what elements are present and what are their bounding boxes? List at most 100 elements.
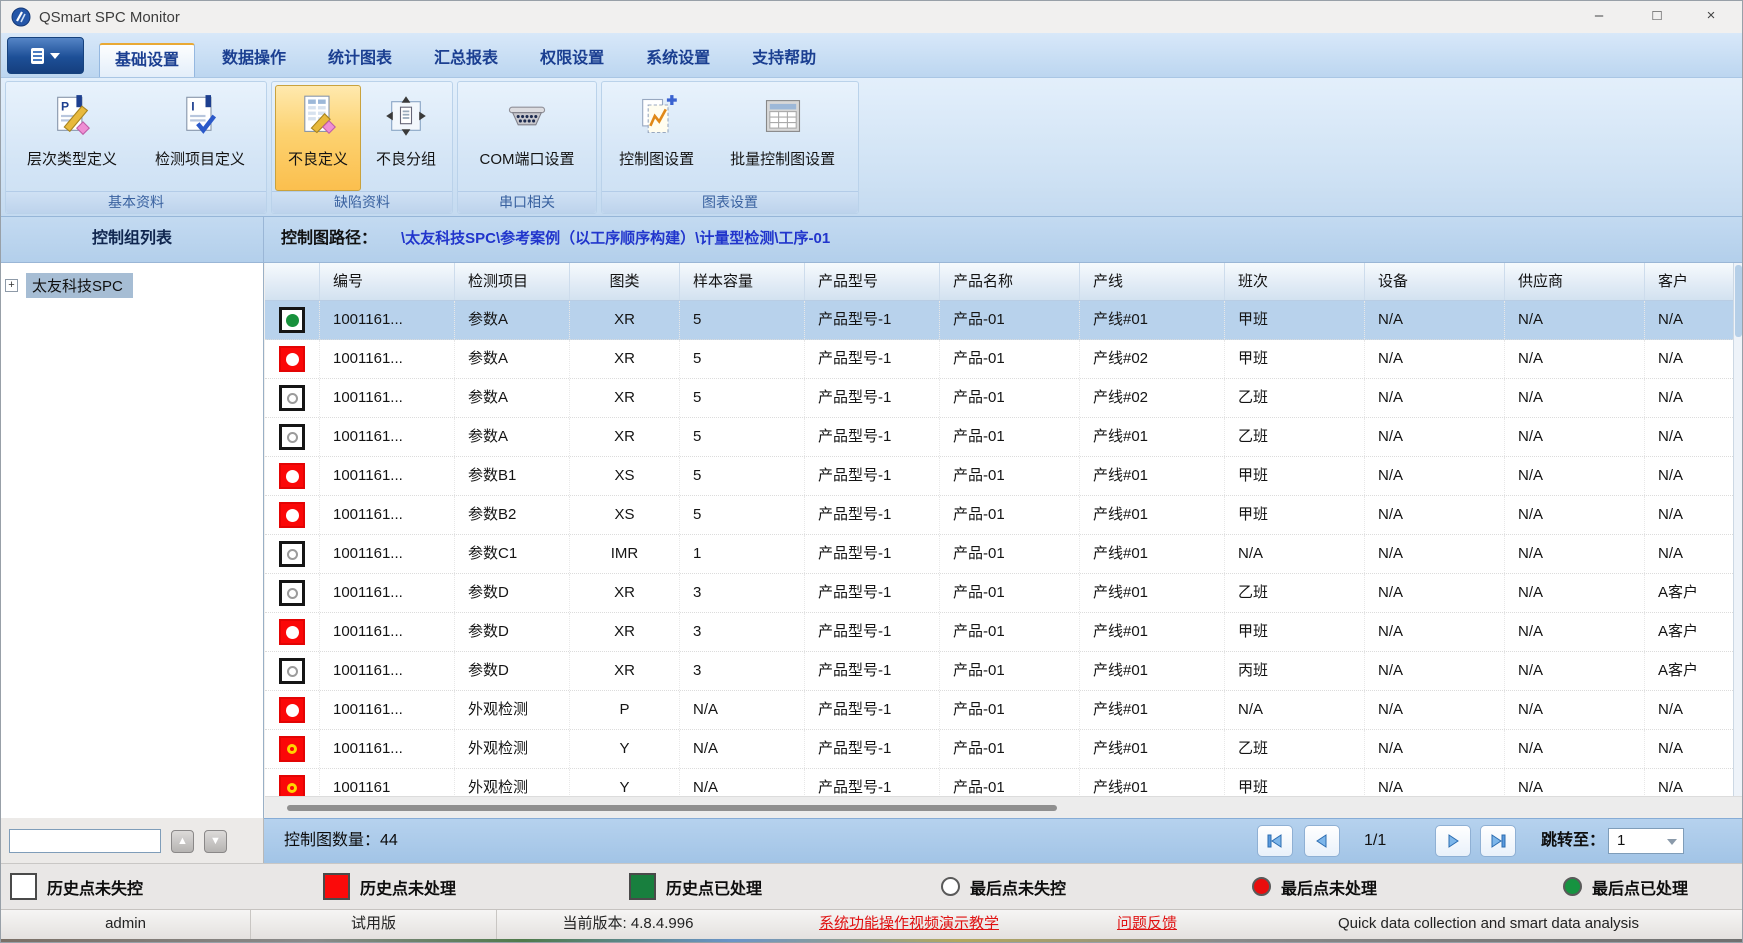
table-cell: N/A [680,730,805,768]
horizontal-scrollbar[interactable] [265,796,1743,818]
table-cell: 产线#01 [1080,574,1225,612]
table-cell: 1001161... [320,691,455,729]
table-row[interactable]: 1001161...参数AXR5产品型号-1产品-01产线#02甲班N/AN/A… [265,340,1735,379]
table-cell: 产品-01 [940,769,1080,796]
app-menu-button[interactable] [7,37,84,74]
table-cell: XR [570,379,680,417]
legend-circle-swatch [941,877,960,896]
column-header[interactable]: 客户 [1645,263,1735,300]
table-cell: 参数D [455,613,570,651]
table-cell: N/A [1505,574,1645,612]
search-down-button[interactable]: ▼ [204,830,227,853]
defect-define-button[interactable]: 不良定义 [275,85,361,191]
table-row[interactable]: 1001161...参数AXR5产品型号-1产品-01产线#02乙班N/AN/A… [265,379,1735,418]
column-header[interactable]: 样本容量 [680,263,805,300]
table-cell: 甲班 [1225,496,1365,534]
chart-path-value: \太友科技SPC\参考案例（以工序顺序构建）\计量型检测\工序-01 [401,217,830,261]
table-cell: N/A [1505,301,1645,339]
table-cell: 产品型号-1 [805,340,940,378]
table-cell: 参数B2 [455,496,570,534]
previous-page-icon [1313,833,1331,849]
table-cell: XR [570,574,680,612]
legend-square-swatch [10,873,37,900]
group-label-defect-data: 缺陷资料 [272,191,452,213]
ribbon-tabs: 基础设置 数据操作 统计图表 汇总报表 权限设置 系统设置 支持帮助 [99,43,843,77]
table-cell: 产线#01 [1080,457,1225,495]
column-header[interactable]: 供应商 [1505,263,1645,300]
table-cell: 产品-01 [940,574,1080,612]
legend-circle-swatch [1252,877,1271,896]
table-cell: 产品-01 [940,496,1080,534]
tree-root-label[interactable]: 太友科技SPC [26,273,133,298]
tab-system-settings[interactable]: 系统设置 [631,43,725,77]
tab-permission-settings[interactable]: 权限设置 [525,43,619,77]
next-page-button[interactable] [1435,825,1471,857]
tree-item-root[interactable]: + 太友科技SPC [5,273,133,298]
maximize-button[interactable]: □ [1634,1,1680,33]
batch-control-chart-settings-button[interactable]: 批量控制图设置 [710,85,855,191]
red-dot-status-icon [279,697,305,723]
column-header[interactable]: 班次 [1225,263,1365,300]
tree-expander-icon[interactable]: + [5,279,18,292]
table-cell: N/A [1505,496,1645,534]
search-up-button[interactable]: ▲ [171,830,194,853]
table-cell: 外观检测 [455,769,570,796]
table-cell: 甲班 [1225,613,1365,651]
column-header[interactable]: 产品名称 [940,263,1080,300]
control-group-tree-panel: + 太友科技SPC [1,263,264,818]
table-cell: 产线#01 [1080,613,1225,651]
table-row[interactable]: 1001161...外观检测YN/A产品型号-1产品-01产线#01乙班N/AN… [265,730,1735,769]
table-cell: 5 [680,301,805,339]
minimize-button[interactable]: – [1576,1,1622,33]
table-cell: 1001161... [320,613,455,651]
column-header[interactable]: 图类 [570,263,680,300]
table-row[interactable]: 1001161...参数DXR3产品型号-1产品-01产线#01丙班N/AN/A… [265,652,1735,691]
last-page-button[interactable] [1480,825,1516,857]
horizontal-scrollbar-thumb[interactable] [287,805,1057,811]
table-row[interactable]: 1001161...参数DXR3产品型号-1产品-01产线#01乙班N/AN/A… [265,574,1735,613]
table-row[interactable]: 1001161...参数DXR3产品型号-1产品-01产线#01甲班N/AN/A… [265,613,1735,652]
column-header[interactable]: 编号 [320,263,455,300]
table-row[interactable]: 1001161外观检测YN/A产品型号-1产品-01产线#01甲班N/AN/AN… [265,769,1735,796]
legend-label: 最后点未处理 [1281,875,1377,899]
control-chart-settings-button[interactable]: 控制图设置 [605,85,708,191]
hierarchy-type-define-button[interactable]: P 层次类型定义 [9,85,135,191]
defect-group-button[interactable]: 不良分组 [363,85,449,191]
column-header[interactable]: 产品型号 [805,263,940,300]
tab-data-operations[interactable]: 数据操作 [207,43,301,77]
tab-summary-reports[interactable]: 汇总报表 [419,43,513,77]
table-row[interactable]: 1001161...参数AXR5产品型号-1产品-01产线#01甲班N/AN/A… [265,301,1735,340]
jump-to-page-select[interactable]: 1 [1608,828,1684,854]
table-cell: N/A [1365,379,1505,417]
legend-label: 最后点未失控 [970,875,1066,899]
column-header[interactable]: 设备 [1365,263,1505,300]
table-cell: 5 [680,379,805,417]
close-button[interactable]: × [1688,1,1734,33]
table-row[interactable]: 1001161...参数B1XS5产品型号-1产品-01产线#01甲班N/AN/… [265,457,1735,496]
tab-statistics-charts[interactable]: 统计图表 [313,43,407,77]
column-header[interactable]: 检测项目 [455,263,570,300]
feedback-link[interactable]: 问题反馈 [1117,915,1177,932]
doc-pencil-icon: P [50,94,94,138]
table-cell: XR [570,340,680,378]
column-header[interactable]: 产线 [1080,263,1225,300]
table-row[interactable]: 1001161...参数C1IMR1产品型号-1产品-01产线#01N/AN/A… [265,535,1735,574]
legend-item: 最后点未处理 [1252,864,1377,909]
com-port-settings-button[interactable]: COM端口设置 [462,85,592,191]
video-tutorial-link[interactable]: 系统功能操作视频演示教学 [819,915,999,932]
column-header[interactable] [265,263,320,300]
tree-search-input[interactable] [9,829,161,853]
control-group-list-title: 控制组列表 [1,217,264,262]
previous-page-button[interactable] [1304,825,1340,857]
status-cell [265,574,320,612]
table-row[interactable]: 1001161...参数B2XS5产品型号-1产品-01产线#01甲班N/AN/… [265,496,1735,535]
tab-support-help[interactable]: 支持帮助 [737,43,831,77]
first-page-button[interactable] [1257,825,1293,857]
table-row[interactable]: 1001161...外观检测PN/A产品型号-1产品-01产线#01N/AN/A… [265,691,1735,730]
vertical-scrollbar-thumb[interactable] [1735,265,1742,337]
inspection-item-define-button[interactable]: I 检测项目定义 [137,85,263,191]
tab-basic-settings[interactable]: 基础设置 [99,43,195,77]
ribbon-group-chart-settings: 控制图设置 批量控制图设置 图表设置 [601,81,859,214]
table-row[interactable]: 1001161...参数AXR5产品型号-1产品-01产线#01乙班N/AN/A… [265,418,1735,457]
vertical-scrollbar[interactable] [1733,263,1742,796]
